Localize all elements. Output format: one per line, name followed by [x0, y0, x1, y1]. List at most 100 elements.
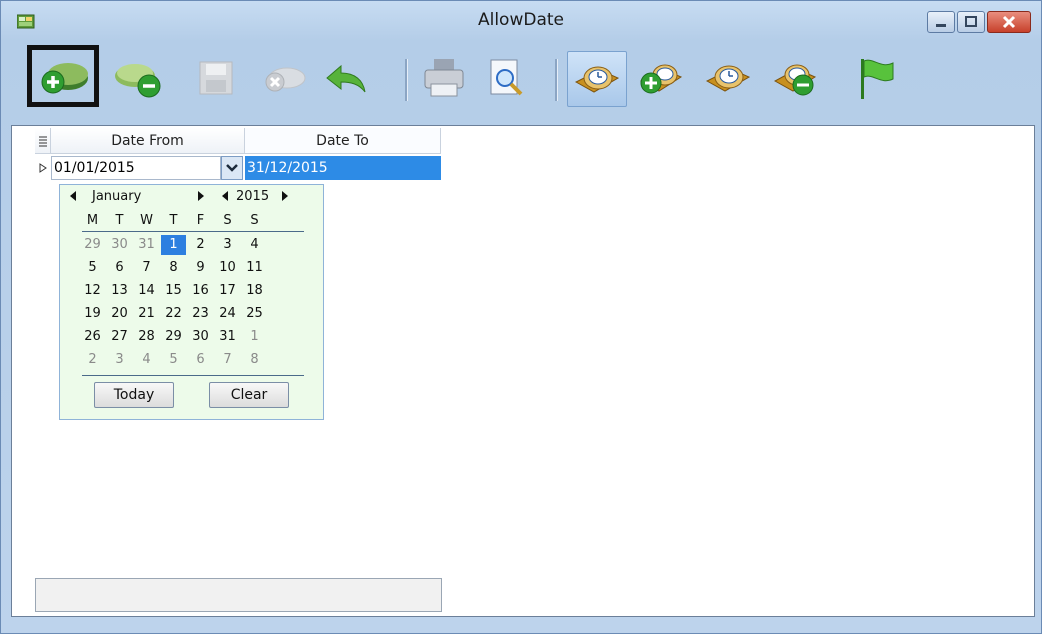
- clock-icon: [703, 57, 753, 99]
- calendar-day[interactable]: 11: [242, 258, 267, 278]
- date-view-button[interactable]: [699, 51, 757, 105]
- weekday-label: T: [169, 213, 178, 228]
- weekday-label: W: [140, 213, 153, 228]
- calendar-day[interactable]: 5: [161, 350, 186, 370]
- weekday-label: S: [223, 213, 232, 228]
- calendar-day[interactable]: 25: [242, 304, 267, 324]
- calendar-day[interactable]: 5: [80, 258, 105, 278]
- cancel-icon: [259, 58, 309, 98]
- calendar-divider: [82, 231, 304, 232]
- calendar-day[interactable]: 19: [80, 304, 105, 324]
- calendar-month: January: [92, 189, 142, 204]
- calendar-day[interactable]: 29: [161, 327, 186, 347]
- toolbar-separator: [555, 59, 558, 101]
- calendar-day[interactable]: 21: [134, 304, 159, 324]
- date-button[interactable]: [567, 51, 627, 107]
- calendar-day[interactable]: 7: [215, 350, 240, 370]
- app-window: AllowDate Date From Date To 01/01/2015 3…: [0, 0, 1042, 634]
- calendar-day[interactable]: 15: [161, 281, 186, 301]
- print-button[interactable]: [415, 51, 473, 105]
- chevron-down-icon: [226, 160, 238, 176]
- calendar-day[interactable]: 3: [107, 350, 132, 370]
- calendar-day[interactable]: 26: [80, 327, 105, 347]
- calendar-day[interactable]: 4: [134, 350, 159, 370]
- calendar-day[interactable]: 22: [161, 304, 186, 324]
- calendar-day[interactable]: 2: [188, 235, 213, 255]
- calendar-day[interactable]: 2: [80, 350, 105, 370]
- add-icon: [36, 54, 90, 98]
- calendar-day[interactable]: 3: [215, 235, 240, 255]
- calendar-day[interactable]: 18: [242, 281, 267, 301]
- toolbar: [7, 45, 1037, 111]
- calendar-day[interactable]: 6: [107, 258, 132, 278]
- date-dropdown-button[interactable]: [221, 156, 243, 180]
- calendar-divider: [82, 375, 304, 376]
- calendar-day[interactable]: 14: [134, 281, 159, 301]
- calendar-day[interactable]: 1: [161, 235, 186, 255]
- calendar-day[interactable]: 17: [215, 281, 240, 301]
- calendar-day[interactable]: 1: [242, 327, 267, 347]
- save-button[interactable]: [187, 51, 245, 105]
- next-month-icon[interactable]: [196, 189, 206, 207]
- weekday-label: M: [86, 213, 99, 228]
- today-button[interactable]: Today: [94, 382, 174, 408]
- flag-button[interactable]: [847, 51, 905, 105]
- column-chooser-icon[interactable]: [35, 128, 51, 154]
- add-record-button[interactable]: [27, 45, 99, 107]
- title-bar[interactable]: AllowDate: [1, 1, 1041, 43]
- calendar-day[interactable]: 12: [80, 281, 105, 301]
- grid-footer: [35, 578, 442, 612]
- calendar-day[interactable]: 10: [215, 258, 240, 278]
- remove-icon: [111, 56, 165, 100]
- clear-button[interactable]: Clear: [209, 382, 289, 408]
- calendar-day[interactable]: 8: [242, 350, 267, 370]
- column-header-date-from[interactable]: Date From: [51, 128, 245, 154]
- minimize-button[interactable]: [927, 11, 955, 33]
- calendar-day[interactable]: 30: [188, 327, 213, 347]
- remove-date-button[interactable]: [765, 51, 823, 105]
- prev-year-icon[interactable]: [220, 189, 230, 207]
- weekday-label: S: [250, 213, 259, 228]
- calendar-day[interactable]: 31: [134, 235, 159, 255]
- undo-button[interactable]: [317, 51, 375, 105]
- cancel-button[interactable]: [255, 51, 313, 105]
- calendar-day[interactable]: 20: [107, 304, 132, 324]
- row-indicator-icon: [35, 156, 51, 180]
- weekday-label: T: [115, 213, 124, 228]
- add-date-button[interactable]: [631, 51, 689, 105]
- maximize-button[interactable]: [957, 11, 985, 33]
- flag-icon: [853, 55, 899, 101]
- date-from-cell[interactable]: 01/01/2015: [51, 156, 221, 180]
- calendar-day[interactable]: 16: [188, 281, 213, 301]
- calendar-day[interactable]: 6: [188, 350, 213, 370]
- calendar-day[interactable]: 29: [80, 235, 105, 255]
- weekday-label: F: [196, 213, 205, 228]
- save-icon: [196, 58, 236, 98]
- close-button[interactable]: [987, 11, 1031, 33]
- date-to-cell[interactable]: 31/12/2015: [245, 156, 441, 180]
- column-header-date-to[interactable]: Date To: [245, 128, 441, 154]
- printer-icon: [421, 56, 467, 100]
- calendar-day[interactable]: 7: [134, 258, 159, 278]
- calendar-day[interactable]: 28: [134, 327, 159, 347]
- toolbar-separator: [405, 59, 408, 101]
- calendar-day[interactable]: 8: [161, 258, 186, 278]
- calendar-day[interactable]: 30: [107, 235, 132, 255]
- preview-button[interactable]: [477, 51, 535, 105]
- next-year-icon[interactable]: [280, 189, 290, 207]
- calendar-day[interactable]: 9: [188, 258, 213, 278]
- calendar-popup: January 2015 MTWTFSS 29 30 31 1 2 3 4 5 6 7 8 9 10 11…: [59, 184, 324, 420]
- clock-book-icon: [572, 58, 622, 100]
- print-preview-icon: [485, 56, 527, 100]
- calendar-day[interactable]: 27: [107, 327, 132, 347]
- calendar-day[interactable]: 24: [215, 304, 240, 324]
- window-title: AllowDate: [477, 10, 564, 30]
- calendar-day[interactable]: 31: [215, 327, 240, 347]
- calendar-day[interactable]: 13: [107, 281, 132, 301]
- calendar-day[interactable]: 23: [188, 304, 213, 324]
- calendar-year: 2015: [236, 189, 270, 204]
- delete-record-button[interactable]: [109, 51, 167, 105]
- prev-month-icon[interactable]: [68, 189, 78, 207]
- calendar-day[interactable]: 4: [242, 235, 267, 255]
- clock-remove-icon: [769, 57, 819, 99]
